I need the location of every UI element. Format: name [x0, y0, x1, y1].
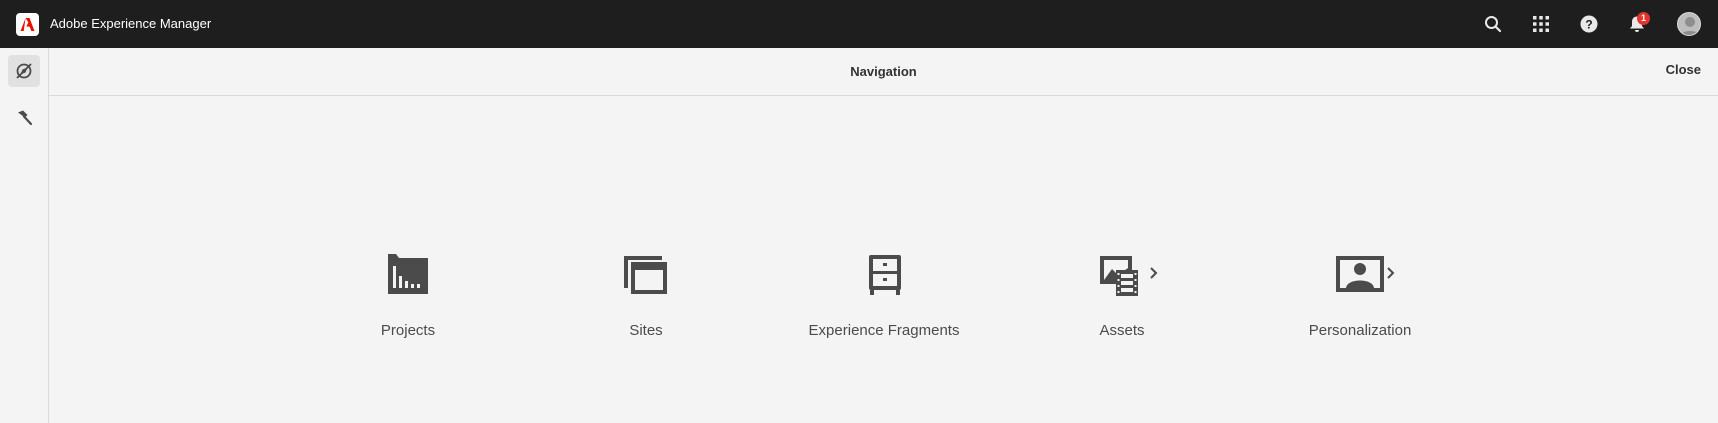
navigation-compass-icon[interactable] [8, 55, 40, 87]
tile-label: Assets [1099, 322, 1145, 339]
chevron-right-icon [1387, 267, 1395, 279]
navigation-header: Navigation Close [49, 48, 1718, 96]
page-title: Navigation [850, 64, 917, 79]
chevron-right-icon [1150, 267, 1158, 279]
experience-fragments-icon [784, 248, 984, 296]
search-icon[interactable] [1481, 12, 1505, 36]
help-icon[interactable]: ? [1577, 12, 1601, 36]
nav-tile-assets[interactable]: Assets [1022, 248, 1222, 348]
adobe-logo-icon[interactable] [16, 13, 39, 36]
left-rail [0, 48, 49, 423]
tile-label: Projects [380, 322, 436, 339]
close-button[interactable]: Close [1666, 62, 1701, 77]
nav-tile-sites[interactable]: Sites [546, 248, 746, 348]
apps-grid-icon[interactable] [1529, 12, 1553, 36]
tile-label: Experience Fragments [808, 322, 960, 339]
svg-text:?: ? [1585, 18, 1592, 32]
notification-badge: 1 [1637, 12, 1650, 25]
personalization-icon [1260, 248, 1460, 296]
bell-icon[interactable]: 1 [1625, 12, 1650, 36]
user-avatar[interactable] [1677, 12, 1701, 36]
nav-tile-personalization[interactable]: Personalization [1260, 248, 1460, 348]
nav-tile-experience-fragments[interactable]: Experience Fragments [784, 248, 984, 348]
projects-icon [308, 248, 508, 296]
app-title[interactable]: Adobe Experience Manager [50, 16, 211, 31]
nav-tile-projects[interactable]: Projects [308, 248, 508, 348]
tools-hammer-icon[interactable] [8, 102, 40, 134]
app-header: Adobe Experience Manager ? 1 [0, 0, 1718, 48]
sites-icon [546, 248, 746, 296]
tile-label: Sites [629, 322, 663, 339]
tile-label: Personalization [1308, 322, 1412, 339]
assets-icon [1022, 248, 1222, 297]
